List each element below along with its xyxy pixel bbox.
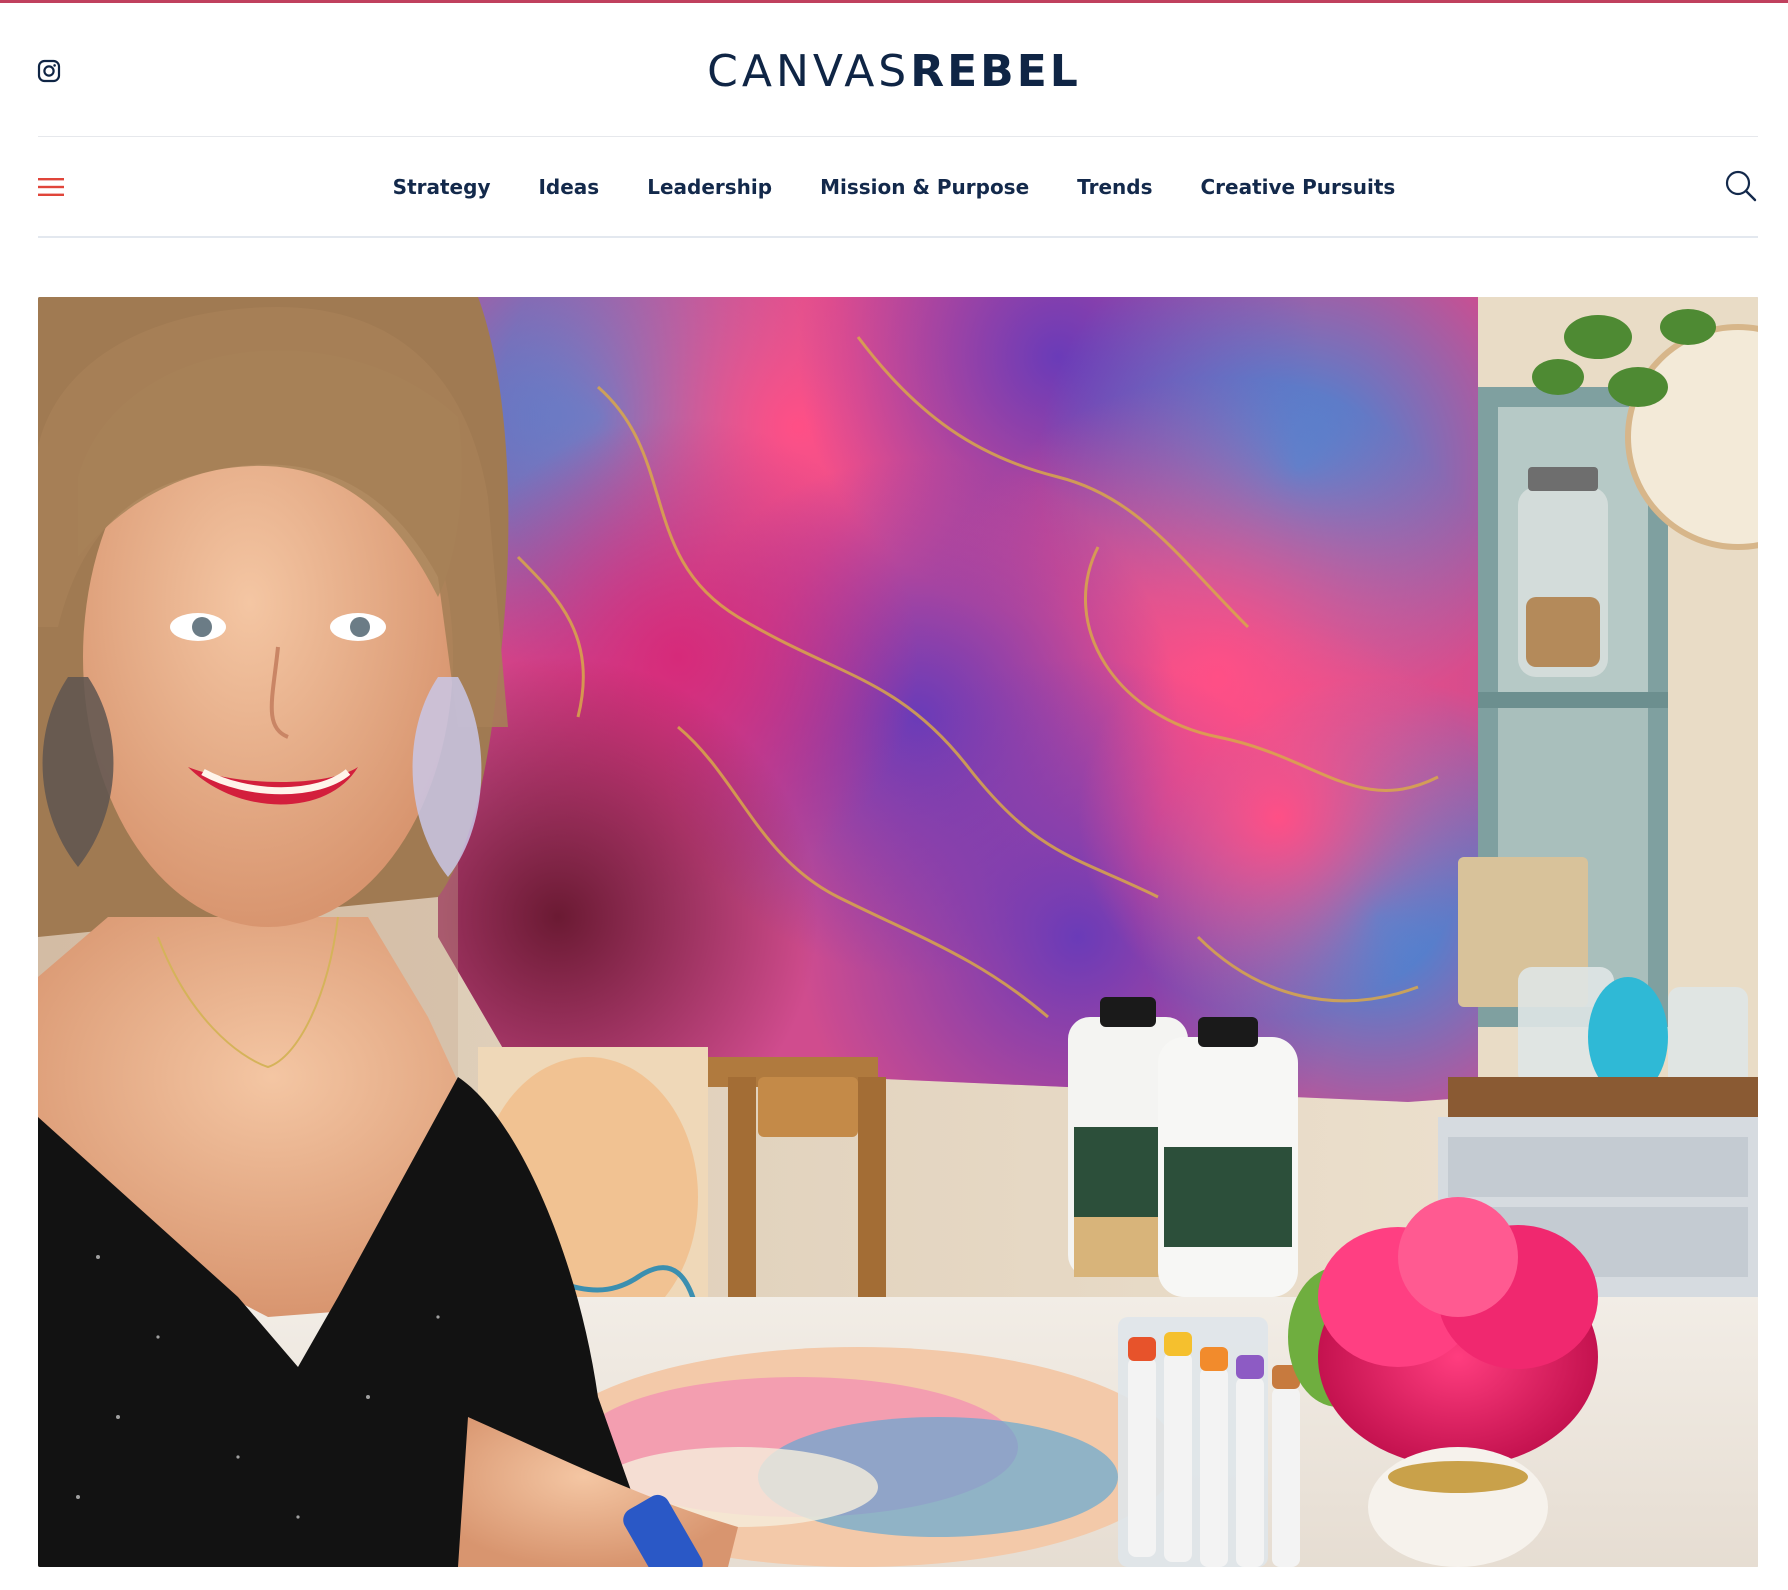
logo-text-bold: REBEL xyxy=(910,46,1081,97)
site-header: CANVASREBEL xyxy=(0,3,1788,136)
site-logo[interactable]: CANVASREBEL xyxy=(0,41,1788,102)
logo-text-light: CANVAS xyxy=(707,46,911,97)
search-button[interactable] xyxy=(1724,169,1758,203)
nav-item-ideas[interactable]: Ideas xyxy=(538,175,599,199)
nav-item-mission-purpose[interactable]: Mission & Purpose xyxy=(820,175,1029,199)
nav-item-strategy[interactable]: Strategy xyxy=(393,175,491,199)
nav-list: Strategy Ideas Leadership Mission & Purp… xyxy=(0,137,1788,237)
nav-divider xyxy=(38,236,1758,238)
nav-item-leadership[interactable]: Leadership xyxy=(647,175,772,199)
nav-item-trends[interactable]: Trends xyxy=(1077,175,1152,199)
main-navigation: Strategy Ideas Leadership Mission & Purp… xyxy=(0,137,1788,237)
nav-item-creative-pursuits[interactable]: Creative Pursuits xyxy=(1201,175,1396,199)
hero-photo-illustration xyxy=(38,297,1758,1567)
page: CANVASREBEL Strategy Ideas Leadership Mi… xyxy=(0,0,1788,1590)
search-icon xyxy=(1725,170,1757,202)
hero-image xyxy=(38,297,1758,1567)
